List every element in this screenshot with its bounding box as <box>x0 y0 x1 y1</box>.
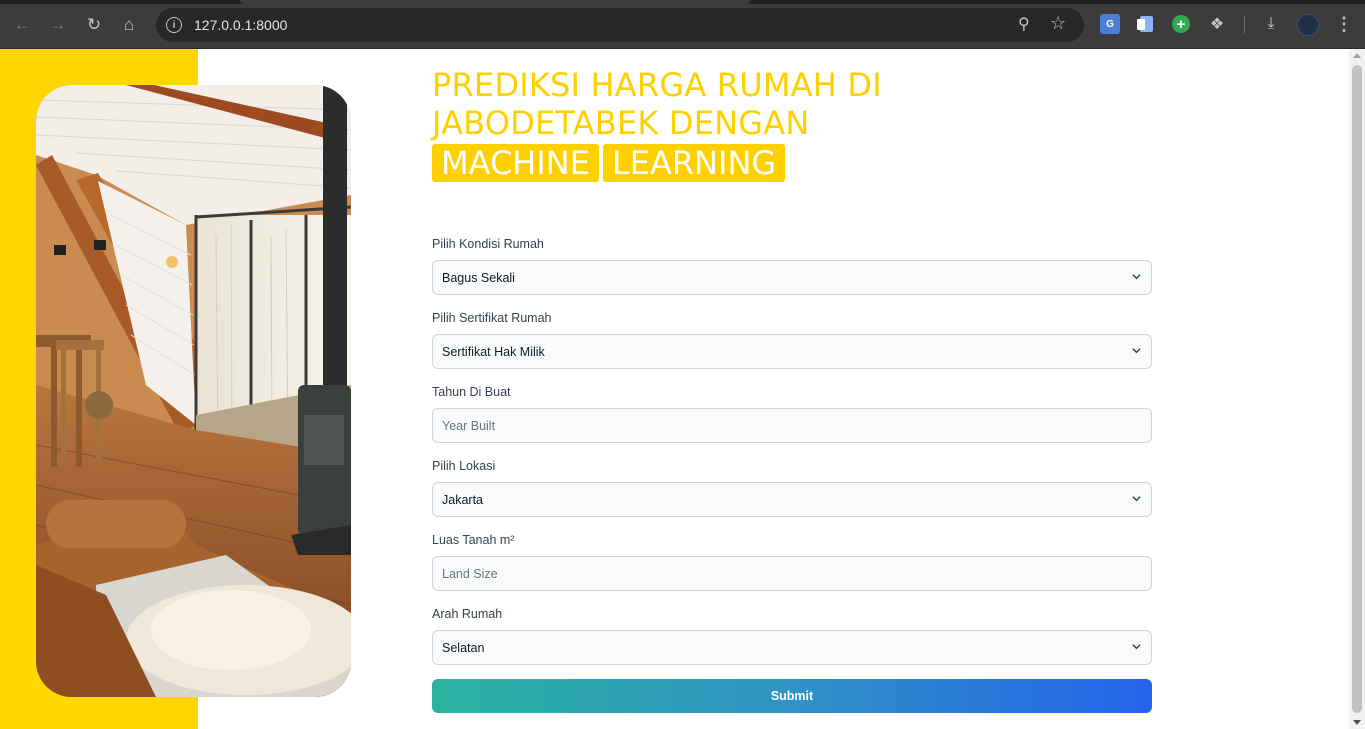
lokasi-field: Pilih Lokasi Jakarta <box>432 459 1152 517</box>
lokasi-selected-value: Jakarta <box>442 492 483 507</box>
arah-label: Arah Rumah <box>432 607 503 621</box>
title-line-2: JABODETABEK DENGAN <box>432 104 810 142</box>
sertifikat-selected-value: Sertifikat Hak Milik <box>442 344 545 359</box>
address-bar[interactable]: i 127.0.0.1:8000 ⚲ ☆ <box>156 8 1084 42</box>
docs-extension-icon[interactable] <box>1136 14 1156 34</box>
scroll-up-arrow-icon[interactable] <box>1353 53 1361 58</box>
bookmark-star-icon[interactable]: ☆ <box>1050 13 1066 34</box>
arah-selected-value: Selatan <box>442 640 485 655</box>
sertifikat-label: Pilih Sertifikat Rumah <box>432 311 552 325</box>
reload-icon[interactable]: ↻ <box>82 12 106 36</box>
lokasi-label: Pilih Lokasi <box>432 459 496 473</box>
land-size-placeholder: Land Size <box>442 566 498 581</box>
lokasi-select[interactable]: Jakarta <box>432 482 1152 517</box>
toolbar-divider <box>1244 16 1245 33</box>
tab-strip <box>0 0 1365 4</box>
luas-field: Luas Tanah m² Land Size <box>432 533 1152 591</box>
chevron-down-icon <box>1132 644 1141 650</box>
url-text[interactable]: 127.0.0.1:8000 <box>194 17 287 33</box>
luas-label: Luas Tanah m² <box>432 533 515 547</box>
submit-button[interactable]: Submit <box>432 679 1152 713</box>
chevron-down-icon <box>1132 348 1141 354</box>
tahun-field: Tahun Di Buat Year Built <box>432 385 1152 443</box>
translate-icon[interactable]: G <box>1100 14 1120 34</box>
add-extension-icon[interactable]: + <box>1172 15 1190 33</box>
house-interior-image <box>36 85 351 697</box>
browser-toolbar: ← → ↻ ⌂ i 127.0.0.1:8000 ⚲ ☆ G + ❖ ⤓ ⋮ <box>0 0 1365 49</box>
title-highlight-machine: MACHINE <box>432 144 599 182</box>
arah-field: Arah Rumah Selatan <box>432 607 1152 665</box>
home-icon[interactable]: ⌂ <box>117 12 141 36</box>
vertical-scrollbar[interactable] <box>1349 49 1365 729</box>
chevron-down-icon <box>1132 274 1141 280</box>
kondisi-selected-value: Bagus Sekali <box>442 270 515 285</box>
arah-select[interactable]: Selatan <box>432 630 1152 665</box>
house-interior-illustration <box>36 85 351 697</box>
kondisi-field: Pilih Kondisi Rumah Bagus Sekali <box>432 237 1152 295</box>
sertifikat-select[interactable]: Sertifikat Hak Milik <box>432 334 1152 369</box>
year-built-input[interactable]: Year Built <box>432 408 1152 443</box>
page-title: PREDIKSI HARGA RUMAH DI JABODETABEK DENG… <box>432 66 992 182</box>
kondisi-select[interactable]: Bagus Sekali <box>432 260 1152 295</box>
download-icon[interactable]: ⤓ <box>1261 14 1281 34</box>
back-icon[interactable]: ← <box>10 12 34 36</box>
zoom-icon[interactable]: ⚲ <box>1018 14 1030 34</box>
extensions-puzzle-icon[interactable]: ❖ <box>1207 14 1227 34</box>
title-line-1: PREDIKSI HARGA RUMAH DI <box>432 66 882 104</box>
prediction-form: Pilih Kondisi Rumah Bagus Sekali Pilih S… <box>432 237 1152 713</box>
scroll-down-arrow-icon[interactable] <box>1353 720 1361 725</box>
menu-kebab-icon[interactable]: ⋮ <box>1334 14 1354 34</box>
active-tab[interactable] <box>240 0 750 4</box>
land-size-input[interactable]: Land Size <box>432 556 1152 591</box>
title-highlight-learning: LEARNING <box>602 144 786 182</box>
tahun-label: Tahun Di Buat <box>432 385 511 399</box>
page-content: PREDIKSI HARGA RUMAH DI JABODETABEK DENG… <box>0 49 1349 729</box>
profile-avatar[interactable] <box>1297 14 1319 36</box>
scrollbar-thumb[interactable] <box>1352 65 1362 713</box>
kondisi-label: Pilih Kondisi Rumah <box>432 237 544 251</box>
site-info-icon[interactable]: i <box>166 17 182 33</box>
chevron-down-icon <box>1132 496 1141 502</box>
sertifikat-field: Pilih Sertifikat Rumah Sertifikat Hak Mi… <box>432 311 1152 369</box>
year-built-placeholder: Year Built <box>442 418 496 433</box>
forward-icon[interactable]: → <box>46 12 70 36</box>
